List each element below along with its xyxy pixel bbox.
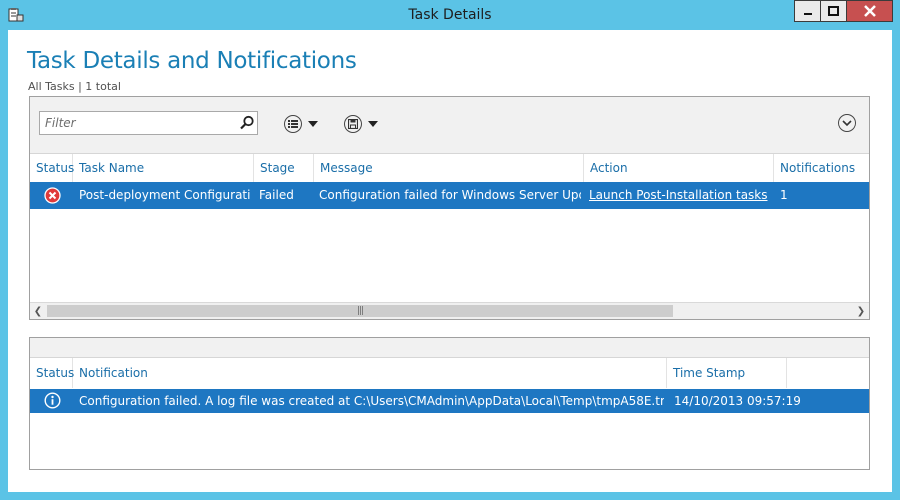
- grip-icon: |||: [356, 306, 364, 316]
- expand-button[interactable]: [838, 114, 856, 132]
- window-title: Task Details: [408, 7, 492, 23]
- column-header-stage[interactable]: Stage: [254, 154, 314, 182]
- tasks-table-header: Status Task Name Stage Message Action No…: [30, 154, 869, 182]
- notifications-count-cell: 1: [780, 188, 788, 202]
- notifications-table-header: Status Notification Time Stamp: [30, 358, 869, 388]
- column-header-task-name[interactable]: Task Name: [73, 154, 254, 182]
- error-icon: [44, 187, 61, 204]
- notifications-panel-band: [30, 338, 869, 358]
- tasks-toolbar: [30, 97, 869, 154]
- stage-cell: Failed: [259, 188, 294, 202]
- column-header-status[interactable]: Status: [30, 358, 74, 388]
- maximize-button[interactable]: [820, 0, 846, 22]
- chevron-down-icon: [368, 121, 378, 127]
- filter-input[interactable]: [40, 112, 235, 134]
- scrollbar-thumb[interactable]: |||: [47, 305, 673, 317]
- app-icon[interactable]: [8, 7, 24, 23]
- notification-message-cell: Configuration failed. A log file was cre…: [79, 394, 664, 408]
- column-header-notification[interactable]: Notification: [73, 358, 667, 388]
- chevron-down-icon: [308, 121, 318, 127]
- expand-icon: [842, 120, 852, 127]
- filter-box[interactable]: [39, 111, 258, 135]
- column-header-time-stamp[interactable]: Time Stamp: [667, 358, 787, 388]
- info-icon: [44, 392, 61, 410]
- column-header-notifications[interactable]: Notifications: [774, 154, 869, 182]
- dialog-body: Task Details and Notifications All Tasks…: [8, 30, 892, 492]
- column-header-message[interactable]: Message: [314, 154, 584, 182]
- table-row[interactable]: Configuration failed. A log file was cre…: [30, 389, 869, 413]
- scroll-right-arrow-icon[interactable]: ❯: [853, 303, 869, 319]
- column-header-status[interactable]: Status: [30, 154, 74, 182]
- view-options-button[interactable]: [284, 114, 318, 134]
- time-stamp-cell: 14/10/2013 09:57:19: [674, 394, 801, 408]
- search-icon[interactable]: [239, 115, 255, 131]
- task-count-label: All Tasks | 1 total: [28, 80, 121, 93]
- close-icon: [863, 5, 876, 17]
- save-query-button[interactable]: [344, 114, 378, 134]
- page-title: Task Details and Notifications: [27, 48, 357, 74]
- title-bar: Task Details: [0, 0, 900, 30]
- notifications-panel: Status Notification Time Stamp Configura…: [29, 337, 870, 470]
- save-icon: [344, 115, 362, 133]
- list-view-icon: [284, 115, 302, 133]
- close-button[interactable]: [846, 0, 893, 22]
- message-cell: Configuration failed for Windows Server …: [319, 188, 581, 202]
- maximize-icon: [828, 6, 839, 16]
- minimize-button[interactable]: [794, 0, 820, 22]
- minimize-icon: [803, 13, 812, 15]
- table-row[interactable]: Post-deployment Configuration Failed Con…: [30, 182, 869, 209]
- tasks-panel: Status Task Name Stage Message Action No…: [29, 96, 870, 320]
- column-header-action[interactable]: Action: [584, 154, 774, 182]
- launch-post-installation-link[interactable]: Launch Post-Installation tasks: [589, 188, 768, 202]
- scroll-left-arrow-icon[interactable]: ❮: [30, 303, 46, 319]
- horizontal-scrollbar[interactable]: ❮ ||| ❯: [30, 302, 869, 319]
- task-name-cell: Post-deployment Configuration: [79, 188, 251, 202]
